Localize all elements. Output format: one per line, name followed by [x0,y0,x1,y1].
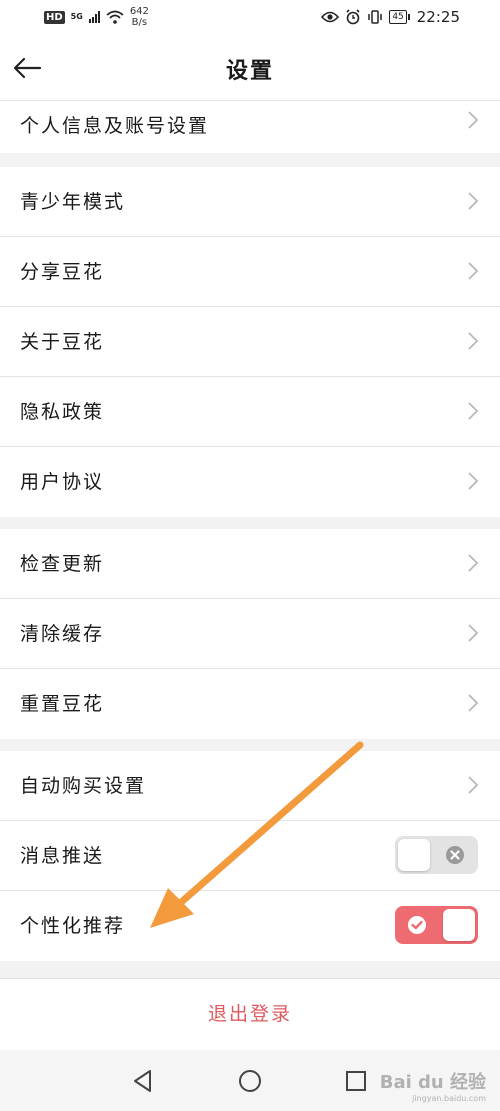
toggle-knob [443,909,475,941]
settings-item-personalized: 个性化推荐 [0,891,500,961]
settings-item-label: 青少年模式 [20,191,126,213]
settings-item-label: 分享豆花 [20,261,105,283]
chevron-right-icon [468,332,478,350]
settings-item-label: 隐私政策 [20,401,105,423]
chevron-right-icon [468,262,478,280]
settings-item-reset[interactable]: 重置豆花 [0,669,500,739]
back-triangle-icon[interactable] [130,1068,156,1094]
settings-item-label: 清除缓存 [20,623,105,645]
chevron-right-icon [468,192,478,210]
settings-item-push: 消息推送 [0,821,500,891]
network-speed: 642 B/s [130,6,149,28]
close-icon [446,846,464,864]
settings-item-clear-cache[interactable]: 清除缓存 [0,599,500,669]
settings-item-agreement[interactable]: 用户协议 [0,447,500,517]
chevron-right-icon [468,694,478,712]
eye-icon [321,11,340,23]
vibrate-icon [368,10,383,24]
chevron-right-icon [468,111,478,129]
chevron-right-icon [468,402,478,420]
settings-item-about[interactable]: 关于豆花 [0,307,500,377]
watermark-url: jingyan.baidu.com [412,1094,486,1103]
home-circle-icon[interactable] [237,1068,263,1094]
settings-item-youth-mode[interactable]: 青少年模式 [0,167,500,237]
settings-item-account[interactable]: 个人信息及账号设置 [0,101,500,153]
settings-item-label: 重置豆花 [20,693,105,715]
alarm-icon [346,9,360,25]
settings-item-privacy[interactable]: 隐私政策 [0,377,500,447]
speed-value: 642 [129,6,149,17]
network-type: 5G [70,12,83,21]
chevron-right-icon [468,776,478,794]
system-nav-bar: Bai du 经验 jingyan.baidu.com [0,1050,500,1111]
chevron-right-icon [468,472,478,490]
battery-icon: 45 [389,10,411,24]
hd-badge: HD [44,10,65,24]
signal-icon [88,11,100,23]
settings-item-auto-buy[interactable]: 自动购买设置 [0,751,500,821]
check-icon [408,916,426,934]
page-title: 设置 [225,59,274,84]
watermark-brand: Bai du 经验 [379,1072,486,1093]
toggle-knob [398,839,430,871]
settings-item-label: 用户协议 [20,471,105,493]
personalized-toggle[interactable] [395,906,478,944]
speed-unit: B/s [131,17,148,28]
chevron-right-icon [468,554,478,572]
push-toggle[interactable] [395,836,478,874]
status-left: HD 5G 642 B/s [44,6,149,28]
chevron-right-icon [468,624,478,642]
settings-item-check-update[interactable]: 检查更新 [0,529,500,599]
status-bar: HD 5G 642 B/s 45 22:25 [0,0,500,36]
logout-button[interactable]: 退出登录 [0,978,500,1051]
watermark: Bai du 经验 jingyan.baidu.com [380,1068,486,1103]
status-right: 45 22:25 [321,8,460,26]
settings-item-label: 消息推送 [20,845,105,867]
settings-item-label: 个人信息及账号设置 [20,115,210,137]
wifi-icon [106,10,124,24]
settings-item-share[interactable]: 分享豆花 [0,237,500,307]
recents-square-icon[interactable] [343,1068,369,1094]
clock: 22:25 [416,8,460,26]
settings-item-label: 关于豆花 [20,331,105,353]
settings-item-label: 自动购买设置 [20,775,147,797]
settings-item-label: 个性化推荐 [20,915,126,937]
settings-item-label: 检查更新 [20,553,105,575]
